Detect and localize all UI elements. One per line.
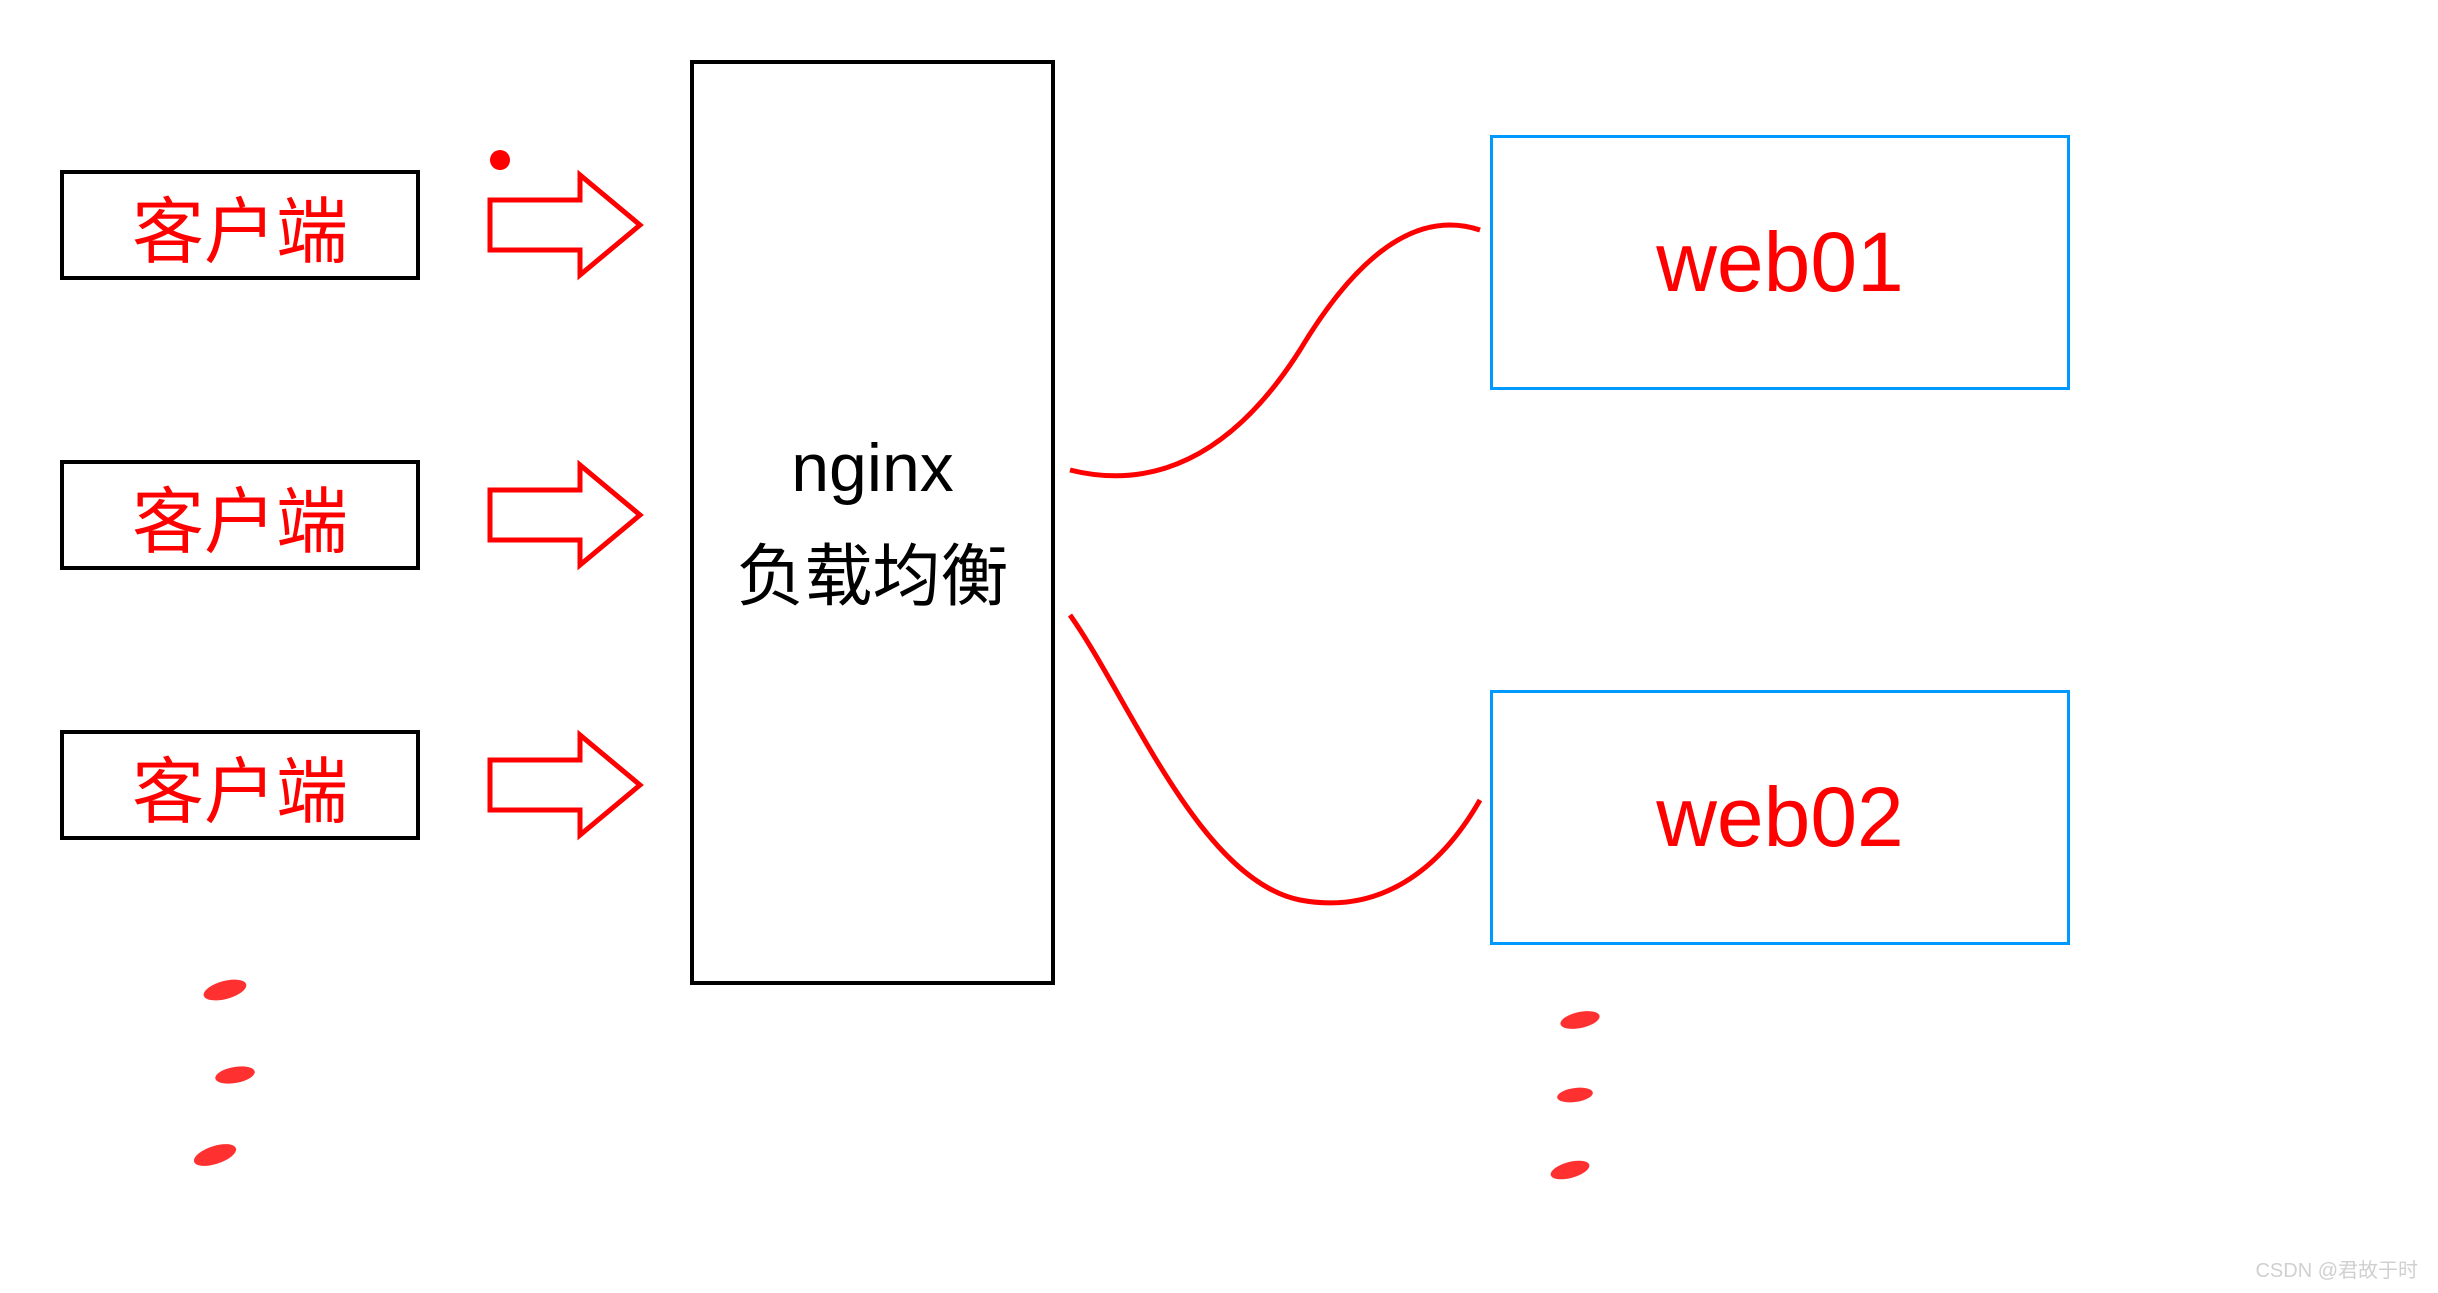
ellipsis-icon bbox=[191, 976, 256, 1171]
ellipsis-icon bbox=[1549, 1008, 1602, 1183]
arrow-icon bbox=[490, 735, 640, 835]
connections-svg bbox=[0, 0, 2438, 1293]
watermark-text: CSDN @君故于时 bbox=[2255, 1254, 2418, 1283]
curve-connector-icon bbox=[1070, 615, 1480, 903]
arrow-icon bbox=[490, 465, 640, 565]
architecture-diagram: 客户端 客户端 客户端 nginx 负载均衡 web01 web02 bbox=[0, 0, 2438, 1293]
dot-icon bbox=[490, 150, 510, 170]
arrow-icon bbox=[490, 175, 640, 275]
curve-connector-icon bbox=[1070, 225, 1480, 476]
